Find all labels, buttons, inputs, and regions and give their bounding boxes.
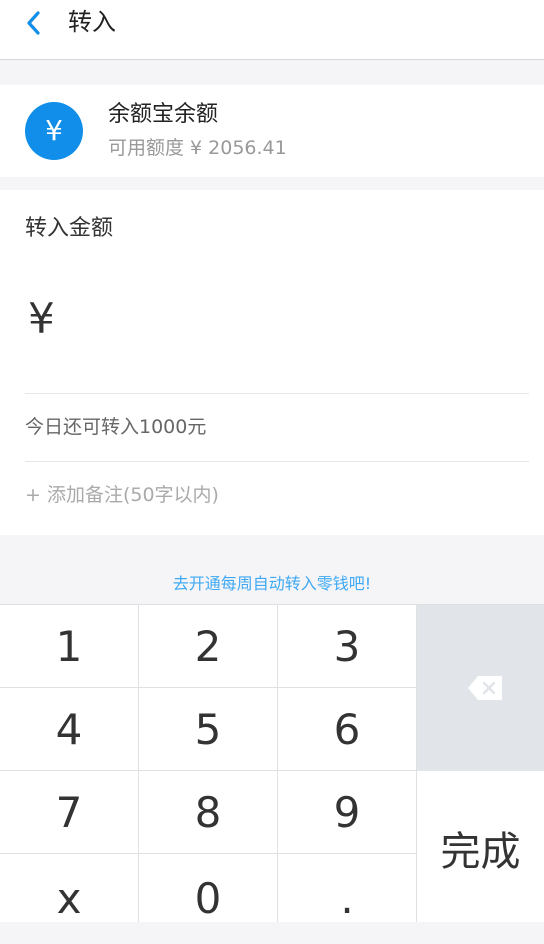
key-label: 3: [333, 622, 361, 671]
key-2[interactable]: 2: [139, 605, 278, 688]
amount-section: 转入金额 ¥ 今日还可转入1000元 + 添加备注(50字以内): [0, 190, 544, 535]
amount-label: 转入金额: [25, 216, 114, 241]
done-label: 完成: [440, 829, 521, 875]
key-7[interactable]: 7: [0, 771, 139, 854]
delete-key[interactable]: [417, 605, 544, 771]
key-label: 5: [194, 705, 222, 754]
key-0[interactable]: 0: [139, 854, 278, 923]
yuan-icon: ¥: [25, 102, 83, 160]
key-label: x: [56, 874, 82, 923]
remaining-limit-text: 今日还可转入1000元: [25, 416, 207, 438]
key-label: .: [340, 874, 354, 923]
key-label: 0: [194, 874, 222, 923]
account-name: 余额宝余额: [108, 102, 219, 127]
currency-symbol: ¥: [28, 294, 55, 343]
numeric-keypad: 1 2 3 4 5 6 7 8 9 x 0 . 完成: [0, 604, 544, 923]
add-note-link[interactable]: + 添加备注(50字以内): [25, 482, 219, 508]
page-title: 转入: [68, 8, 116, 36]
chevron-left-icon: [27, 11, 40, 35]
key-4[interactable]: 4: [0, 688, 139, 771]
account-card[interactable]: ¥ 余额宝余额 可用额度 ¥ 2056.41: [0, 85, 544, 177]
key-label: 8: [194, 788, 222, 837]
key-label: 4: [55, 705, 83, 754]
key-label: 6: [333, 705, 361, 754]
key-dot[interactable]: .: [278, 854, 417, 923]
key-label: 1: [55, 622, 83, 671]
key-label: 7: [55, 788, 83, 837]
key-label: 9: [333, 788, 361, 837]
key-3[interactable]: 3: [278, 605, 417, 688]
available-balance: 可用额度 ¥ 2056.41: [108, 137, 287, 159]
key-5[interactable]: 5: [139, 688, 278, 771]
key-label: 2: [194, 622, 222, 671]
divider: [25, 393, 529, 394]
divider: [25, 461, 529, 462]
done-button[interactable]: 完成: [417, 771, 544, 922]
top-bar: 转入: [0, 0, 544, 60]
key-9[interactable]: 9: [278, 771, 417, 854]
backspace-icon: [468, 676, 502, 700]
key-8[interactable]: 8: [139, 771, 278, 854]
auto-transfer-promo-link[interactable]: 去开通每周自动转入零钱吧!: [0, 572, 544, 596]
key-1[interactable]: 1: [0, 605, 139, 688]
key-x[interactable]: x: [0, 854, 139, 923]
amount-input[interactable]: [82, 290, 516, 352]
key-6[interactable]: 6: [278, 688, 417, 771]
back-button[interactable]: [18, 6, 52, 40]
